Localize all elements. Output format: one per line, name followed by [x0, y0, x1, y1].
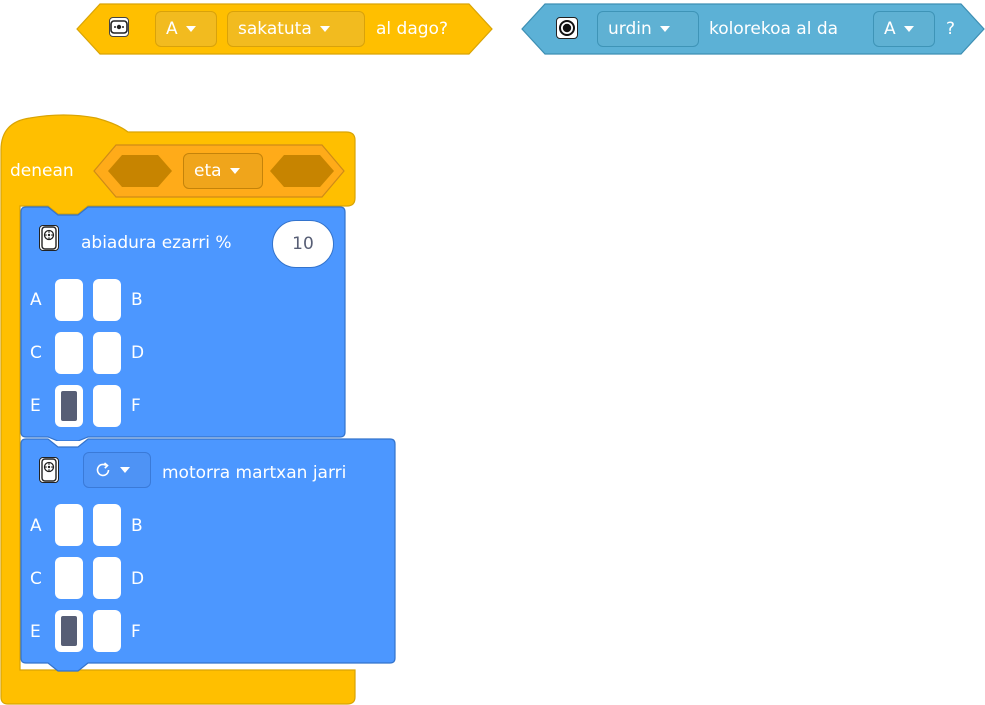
port-label-f: F	[131, 622, 141, 642]
color-middle-label: kolorekoa al da	[709, 19, 839, 39]
chevron-down-icon	[903, 26, 914, 32]
when-label: denean	[10, 161, 74, 181]
start-motor-label: motorra martxan jarri	[162, 463, 347, 483]
touch-port-dropdown[interactable]: A	[155, 11, 217, 47]
chevron-down-icon	[659, 26, 670, 32]
chevron-down-icon	[185, 26, 196, 32]
speed-value: 10	[292, 234, 314, 254]
color-value: urdin	[608, 19, 652, 39]
touch-suffix-label: al dago?	[376, 19, 448, 39]
port-label-d: D	[131, 569, 145, 589]
port-label-c: C	[30, 343, 42, 363]
operator-dropdown[interactable]: eta	[183, 153, 263, 189]
color-port-dropdown[interactable]: A	[873, 11, 935, 47]
touch-state-dropdown[interactable]: sakatuta	[227, 11, 365, 47]
port-label-c: C	[30, 569, 42, 589]
touch-sensor-icon	[109, 17, 129, 37]
speed-value-input[interactable]: 10	[272, 220, 334, 268]
start-motor-block[interactable]: motorra martxan jarri A B C D E F	[20, 438, 397, 673]
port-label-a: A	[30, 516, 42, 536]
port-slot-b[interactable]	[93, 279, 121, 321]
chevron-down-icon	[120, 467, 130, 473]
port-label-a: A	[30, 290, 42, 310]
port-slot-c[interactable]	[55, 332, 83, 374]
color-sensor-icon	[556, 17, 578, 39]
port-label-f: F	[131, 396, 141, 416]
touch-port-value: A	[166, 19, 178, 39]
port-slot-e[interactable]	[55, 610, 83, 652]
port-label-d: D	[131, 343, 145, 363]
port-label-e: E	[30, 622, 41, 642]
rotate-clockwise-icon	[96, 462, 110, 477]
port-slot-d[interactable]	[93, 557, 121, 599]
set-speed-label: abiadura ezarri %	[81, 233, 232, 253]
color-port-value: A	[884, 19, 896, 39]
port-slot-f[interactable]	[93, 610, 121, 652]
color-sensor-block[interactable]: urdin kolorekoa al da A ?	[521, 3, 985, 55]
direction-dropdown[interactable]	[83, 452, 151, 488]
port-label-b: B	[131, 290, 143, 310]
touch-state-value: sakatuta	[238, 19, 312, 39]
port-slot-a[interactable]	[55, 504, 83, 546]
port-label-b: B	[131, 516, 143, 536]
port-slot-e[interactable]	[55, 385, 83, 427]
port-slot-d[interactable]	[93, 332, 121, 374]
port-slot-a[interactable]	[55, 279, 83, 321]
chevron-down-icon	[229, 168, 240, 174]
motor-icon	[39, 225, 59, 251]
port-slot-b[interactable]	[93, 504, 121, 546]
port-slot-f[interactable]	[93, 385, 121, 427]
port-slot-c[interactable]	[55, 557, 83, 599]
set-speed-block[interactable]: abiadura ezarri % 10 A B C D E F	[20, 206, 346, 441]
chevron-down-icon	[319, 26, 330, 32]
color-value-dropdown[interactable]: urdin	[597, 11, 699, 47]
motor-icon	[39, 457, 59, 483]
operator-value: eta	[194, 161, 222, 181]
touch-sensor-block[interactable]: A sakatuta al dago?	[76, 3, 493, 55]
port-label-e: E	[30, 396, 41, 416]
color-suffix-label: ?	[946, 19, 956, 39]
